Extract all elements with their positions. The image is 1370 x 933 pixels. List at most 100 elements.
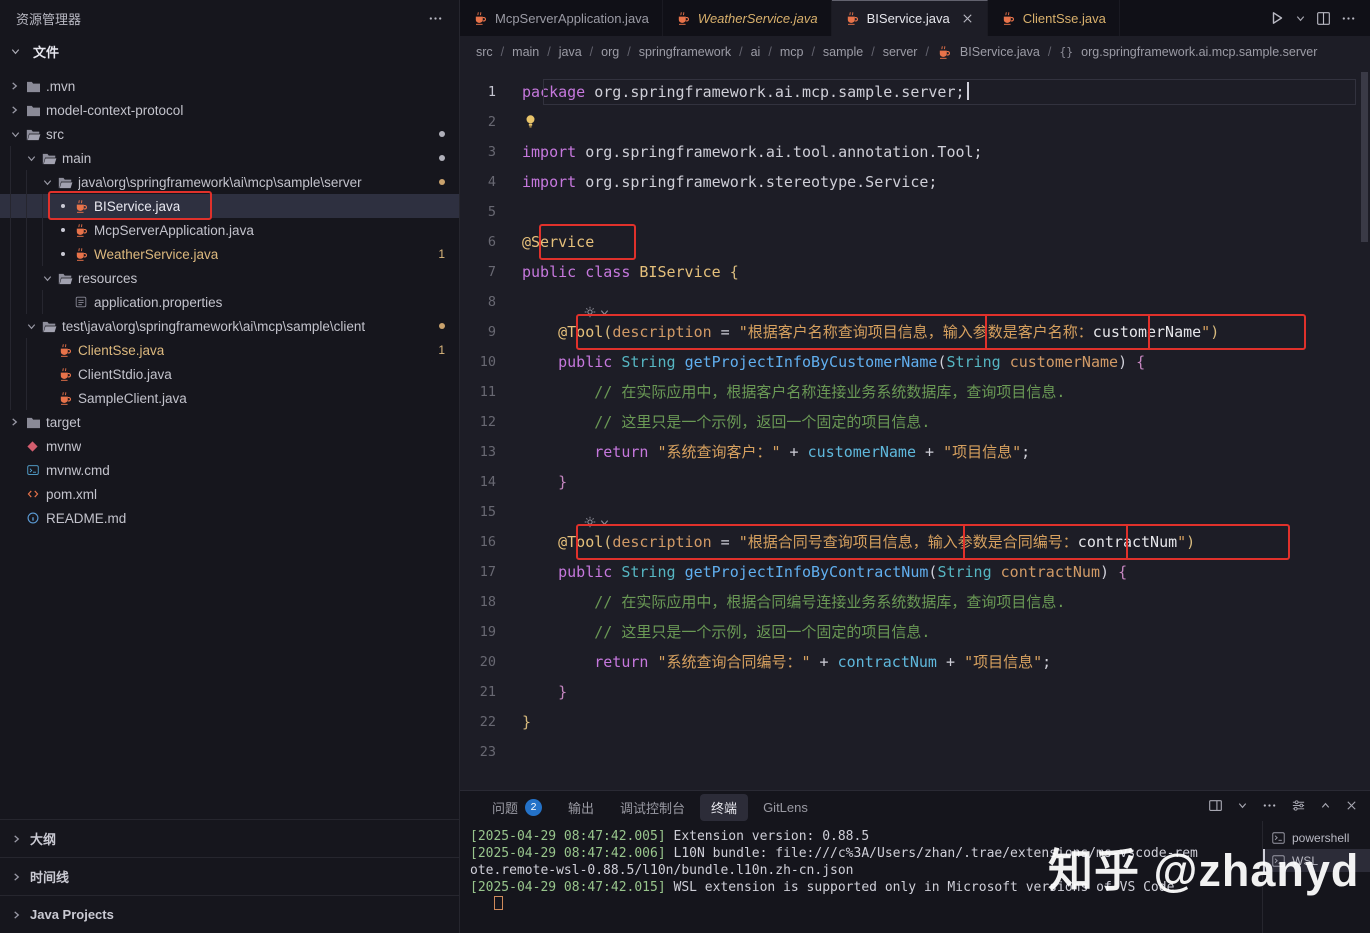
sliders-icon[interactable]	[1291, 798, 1306, 813]
code-line[interactable]: 9 @Tool(description = "根据客户名称查询项目信息，输入参数…	[460, 317, 1370, 347]
run-icon[interactable]	[1269, 10, 1285, 26]
tree-item[interactable]: ClientStdio.java	[0, 362, 459, 386]
more-icon[interactable]	[1262, 798, 1277, 813]
chevron-up-icon[interactable]	[1320, 800, 1331, 811]
code-line[interactable]: 16 @Tool(description = "根据合同号查询项目信息，输入参数…	[460, 527, 1370, 557]
editor-tab[interactable]: BIService.java	[832, 0, 988, 36]
tree-item[interactable]: main	[0, 146, 459, 170]
breadcrumb-file[interactable]: BIService.java	[960, 45, 1040, 59]
tree-item[interactable]: test\java\org\springframework\ai\mcp\sam…	[0, 314, 459, 338]
close-icon[interactable]	[961, 12, 974, 25]
line-number: 15	[460, 497, 522, 527]
code-token	[522, 353, 558, 371]
code-line[interactable]: 12 // 这里只是一个示例，返回一个固定的项目信息.	[460, 407, 1370, 437]
files-section-header[interactable]: 文件	[0, 36, 459, 66]
sidebar-section-Java Projects[interactable]: Java Projects	[0, 895, 459, 933]
chevron-down-icon[interactable]	[42, 177, 58, 188]
code-line[interactable]: 14 }	[460, 467, 1370, 497]
code-line[interactable]: 18 // 在实际应用中，根据合同编号连接业务系统数据库，查询项目信息.	[460, 587, 1370, 617]
tree-item[interactable]: ClientSse.java1	[0, 338, 459, 362]
tree-item[interactable]: README.md	[0, 506, 459, 530]
code-text: import org.springframework.ai.tool.annot…	[522, 137, 983, 167]
split-editor-icon[interactable]	[1316, 11, 1331, 26]
code-line[interactable]: 2	[460, 107, 1370, 137]
tree-item[interactable]: model-context-protocol	[0, 98, 459, 122]
more-icon[interactable]	[428, 11, 443, 26]
tree-item[interactable]: target	[0, 410, 459, 434]
breadcrumb-symbol[interactable]: org.springframework.ai.mcp.sample.server	[1081, 45, 1317, 59]
breadcrumb-item[interactable]: java	[559, 45, 582, 59]
folder-open-icon	[26, 128, 46, 141]
editor-scrollbar[interactable]	[1359, 68, 1370, 790]
tree-item[interactable]: mvnw.cmd	[0, 458, 459, 482]
code-line[interactable]: 22}	[460, 707, 1370, 737]
panel-tab[interactable]: 终端	[700, 794, 748, 821]
lightbulb-icon[interactable]	[524, 114, 537, 129]
code-line[interactable]: 6@Service	[460, 227, 1370, 257]
tree-item-label: mvnw	[46, 439, 81, 454]
breadcrumb-item[interactable]: org	[601, 45, 619, 59]
code-line[interactable]: 13 return "系统查询客户：" + customerName + "项目…	[460, 437, 1370, 467]
breadcrumb-item[interactable]: main	[512, 45, 539, 59]
tree-item[interactable]: SampleClient.java	[0, 386, 459, 410]
chevron-down-icon[interactable]	[42, 273, 58, 284]
tab-label: McpServerApplication.java	[495, 11, 649, 26]
close-icon[interactable]	[1345, 799, 1358, 812]
code-line[interactable]: 5	[460, 197, 1370, 227]
code-line[interactable]: 10 public String getProjectInfoByCustome…	[460, 347, 1370, 377]
code-editor[interactable]: 1package org.springframework.ai.mcp.samp…	[460, 68, 1370, 790]
inline-ai-actions[interactable]	[584, 516, 610, 528]
tree-item[interactable]: BIService.java	[0, 194, 459, 218]
code-token	[522, 443, 594, 461]
code-line[interactable]: 23	[460, 737, 1370, 767]
panel-tab[interactable]: GitLens	[763, 800, 808, 815]
more-icon[interactable]	[1341, 11, 1356, 26]
breadcrumb-item[interactable]: src	[476, 45, 493, 59]
sidebar-section-时间线[interactable]: 时间线	[0, 857, 459, 895]
code-line[interactable]: 7public class BIService {	[460, 257, 1370, 287]
sidebar-section-大纲[interactable]: 大纲	[0, 819, 459, 857]
tree-item[interactable]: pom.xml	[0, 482, 459, 506]
panel-layout-icon[interactable]	[1208, 798, 1223, 813]
chevron-down-icon[interactable]	[1237, 800, 1248, 811]
code-token: contractNum	[1001, 563, 1100, 581]
code-line[interactable]: 1package org.springframework.ai.mcp.samp…	[460, 77, 1370, 107]
breadcrumb-item[interactable]: sample	[823, 45, 863, 59]
code-line[interactable]: 21 }	[460, 677, 1370, 707]
chevron-down-icon[interactable]	[26, 153, 42, 164]
chevron-right-icon[interactable]	[10, 417, 26, 427]
chevron-down-icon[interactable]	[26, 321, 42, 332]
panel-tab[interactable]: 调试控制台	[620, 798, 685, 817]
code-line[interactable]: 19 // 这里只是一个示例，返回一个固定的项目信息.	[460, 617, 1370, 647]
chevron-down-icon[interactable]	[1295, 13, 1306, 24]
tree-item[interactable]: .mvn	[0, 74, 459, 98]
tree-item[interactable]: WeatherService.java1	[0, 242, 459, 266]
code-line[interactable]: 4import org.springframework.stereotype.S…	[460, 167, 1370, 197]
inline-ai-actions[interactable]	[584, 306, 610, 318]
editor-tab[interactable]: ClientSse.java	[988, 0, 1120, 36]
code-line[interactable]: 3import org.springframework.ai.tool.anno…	[460, 137, 1370, 167]
tree-item[interactable]: java\org\springframework\ai\mcp\sample\s…	[0, 170, 459, 194]
editor-tab[interactable]: WeatherService.java	[663, 0, 832, 36]
breadcrumb-item[interactable]: server	[883, 45, 918, 59]
chevron-right-icon[interactable]	[10, 81, 26, 91]
breadcrumb-item[interactable]: ai	[751, 45, 761, 59]
panel-tab[interactable]: 问题2	[492, 798, 542, 817]
breadcrumb-item[interactable]: springframework	[639, 45, 731, 59]
breadcrumb-item[interactable]: mcp	[780, 45, 804, 59]
chevron-down-icon[interactable]	[10, 129, 26, 140]
code-line[interactable]: 20 return "系统查询合同编号：" + contractNum + "项…	[460, 647, 1370, 677]
code-token: customerName	[1093, 323, 1201, 341]
tree-item[interactable]: McpServerApplication.java	[0, 218, 459, 242]
code-line[interactable]: 17 public String getProjectInfoByContrac…	[460, 557, 1370, 587]
tree-item[interactable]: application.properties	[0, 290, 459, 314]
scrollbar-thumb[interactable]	[1361, 72, 1368, 242]
tree-item[interactable]: resources	[0, 266, 459, 290]
panel-tab[interactable]: 输出	[568, 798, 594, 817]
tree-item[interactable]: mvnw	[0, 434, 459, 458]
line-number: 8	[460, 287, 522, 317]
tree-item[interactable]: src	[0, 122, 459, 146]
code-line[interactable]: 11 // 在实际应用中，根据客户名称连接业务系统数据库，查询项目信息.	[460, 377, 1370, 407]
editor-tab[interactable]: McpServerApplication.java	[460, 0, 663, 36]
chevron-right-icon[interactable]	[10, 105, 26, 115]
